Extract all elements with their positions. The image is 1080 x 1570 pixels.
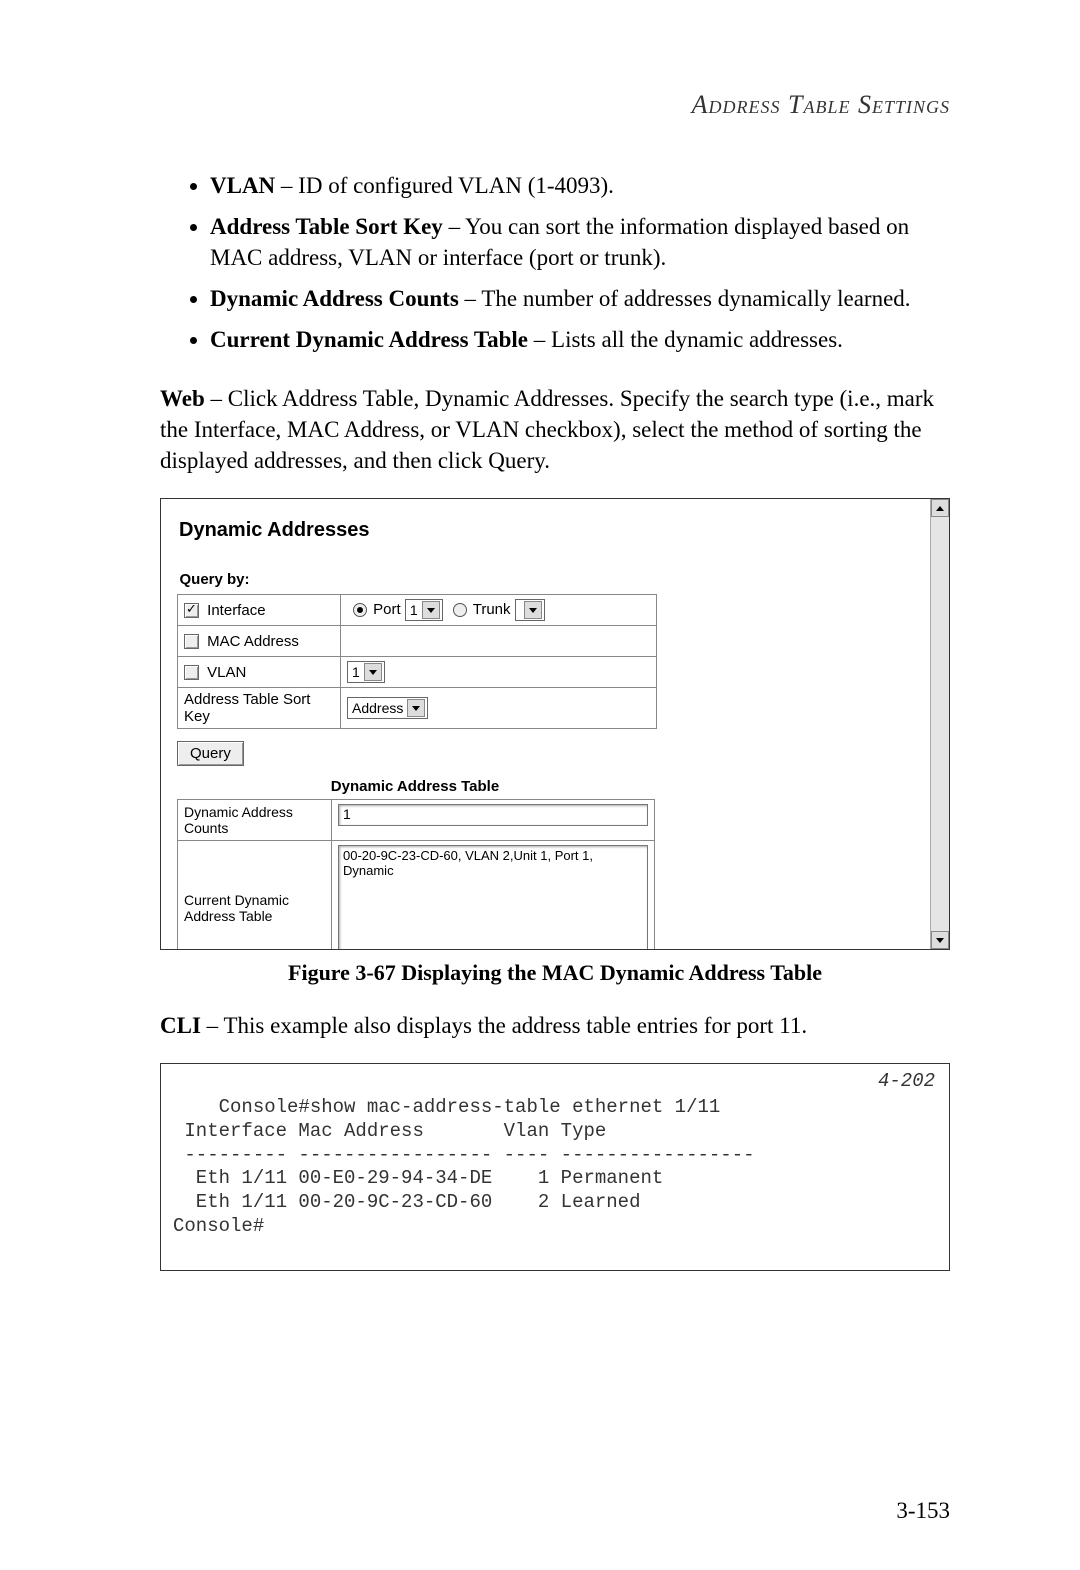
page: Address Table Settings VLAN – ID of conf… — [0, 0, 1080, 1570]
cli-output: 4-202 Console#show mac-address-table ethe… — [160, 1063, 950, 1271]
vlan-value: 1 — [352, 664, 360, 680]
entries-cell: 00-20-9C-23-CD-60, VLAN 2,Unit 1, Port 1… — [332, 841, 655, 951]
dynamic-table: Dynamic Address Counts 1 Current Dynamic… — [177, 799, 655, 950]
bullet-term: Address Table Sort Key — [210, 214, 443, 239]
query-form: Query by: Interface Port 1 Trunk — [177, 564, 657, 729]
interface-label: Interface — [207, 602, 265, 619]
sortkey-label: Address Table Sort Key — [178, 688, 341, 729]
sortkey-select[interactable]: Address — [347, 697, 428, 719]
chevron-down-icon — [364, 663, 382, 681]
port-value: 1 — [410, 602, 418, 618]
cli-paragraph: CLI – This example also displays the add… — [160, 1010, 950, 1041]
web-paragraph: Web – Click Address Table, Dynamic Addre… — [160, 383, 950, 476]
bullet-desc: – Lists all the dynamic addresses. — [528, 327, 843, 352]
page-number: 3-153 — [896, 1498, 950, 1524]
scrollbar[interactable] — [930, 499, 949, 949]
scroll-down-icon[interactable] — [931, 931, 949, 949]
mac-checkbox[interactable] — [184, 634, 199, 649]
current-label: Current Dynamic Address Table — [178, 841, 332, 951]
mac-label: MAC Address — [207, 633, 299, 650]
bullet-term: VLAN — [210, 173, 275, 198]
trunk-label: Trunk — [473, 601, 511, 618]
sortkey-value-cell: Address — [341, 688, 657, 729]
vlan-select[interactable]: 1 — [347, 661, 385, 683]
bullet-list: VLAN – ID of configured VLAN (1-4093). A… — [160, 170, 950, 355]
bullet-desc: – The number of addresses dynamically le… — [459, 286, 911, 311]
vlan-cell: VLAN — [178, 657, 341, 688]
bullet-desc: – ID of configured VLAN (1-4093). — [275, 173, 614, 198]
port-radio[interactable] — [353, 603, 367, 617]
query-by-label: Query by: — [178, 564, 657, 595]
vlan-value-cell: 1 — [341, 657, 657, 688]
port-select[interactable]: 1 — [405, 599, 443, 621]
figure-caption: Figure 3-67 Displaying the MAC Dynamic A… — [160, 960, 950, 986]
chevron-down-icon — [524, 601, 542, 619]
cli-text: Console#show mac-address-table ethernet … — [173, 1096, 755, 1237]
mac-cell: MAC Address — [178, 626, 341, 657]
sortkey-value: Address — [352, 700, 403, 716]
cli-rest: – This example also displays the address… — [201, 1013, 807, 1038]
web-lead: Web — [160, 386, 205, 411]
chevron-down-icon — [422, 601, 440, 619]
counts-label: Dynamic Address Counts — [178, 800, 332, 841]
query-button[interactable]: Query — [177, 741, 244, 766]
mac-input-cell — [341, 626, 657, 657]
counts-input[interactable]: 1 — [338, 804, 648, 826]
bullet-item: Address Table Sort Key – You can sort th… — [210, 211, 950, 273]
port-label: Port — [373, 601, 401, 618]
interface-options: Port 1 Trunk — [341, 595, 657, 626]
panel-title: Dynamic Addresses — [179, 519, 815, 542]
vlan-label: VLAN — [207, 664, 246, 681]
cli-page-ref: 4-202 — [878, 1070, 935, 1094]
counts-value-cell: 1 — [332, 800, 655, 841]
web-rest: – Click Address Table, Dynamic Addresses… — [160, 386, 934, 473]
running-header: Address Table Settings — [160, 90, 950, 120]
trunk-radio[interactable] — [453, 603, 467, 617]
dynamic-table-title: Dynamic Address Table — [175, 778, 655, 795]
entry-row[interactable]: 00-20-9C-23-CD-60, VLAN 2,Unit 1, Port 1… — [343, 848, 643, 878]
trunk-select[interactable] — [515, 599, 545, 621]
bullet-term: Current Dynamic Address Table — [210, 327, 528, 352]
cli-lead: CLI — [160, 1013, 201, 1038]
vlan-checkbox[interactable] — [184, 665, 199, 680]
entries-listbox[interactable]: 00-20-9C-23-CD-60, VLAN 2,Unit 1, Port 1… — [338, 845, 648, 950]
chevron-down-icon — [407, 699, 425, 717]
interface-cell: Interface — [178, 595, 341, 626]
bullet-item: Dynamic Address Counts – The number of a… — [210, 283, 950, 314]
interface-checkbox[interactable] — [184, 603, 199, 618]
screenshot-panel: Dynamic Addresses Query by: Interface Po… — [160, 498, 950, 950]
scroll-up-icon[interactable] — [931, 499, 949, 517]
bullet-item: Current Dynamic Address Table – Lists al… — [210, 324, 950, 355]
bullet-item: VLAN – ID of configured VLAN (1-4093). — [210, 170, 950, 201]
bullet-term: Dynamic Address Counts — [210, 286, 459, 311]
